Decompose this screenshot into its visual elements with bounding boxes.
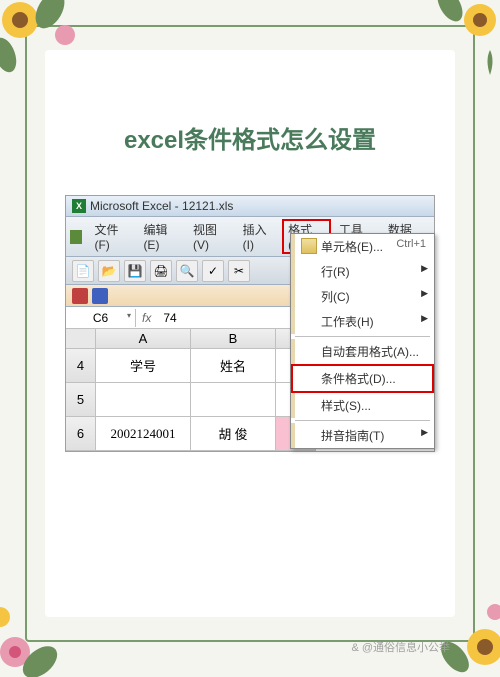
dropdown-autoformat[interactable]: 自动套用格式(A)... [291,339,434,364]
preview-button[interactable]: 🔍 [176,260,198,282]
cut-button[interactable]: ✂ [228,260,250,282]
dropdown-cells-label: 单元格(E)... [321,240,383,254]
dropdown-sheet[interactable]: 工作表(H) ▶ [291,309,434,334]
dropdown-phonetic-label: 拼音指南(T) [321,429,384,443]
dropdown-separator [295,420,430,421]
cell-a4[interactable]: 学号 [96,349,191,383]
page-title: excel条件格式怎么设置 [124,120,376,155]
open-button[interactable]: 📂 [98,260,120,282]
submenu-arrow-icon: ▶ [421,427,428,438]
dropdown-cells[interactable]: 单元格(E)... Ctrl+1 [291,234,434,259]
row-header-5[interactable]: 5 [66,383,96,417]
spell-button[interactable]: ✓ [202,260,224,282]
window-title: Microsoft Excel - 12121.xls [90,199,233,213]
dropdown-column-label: 列(C) [321,290,350,304]
dropdown-sheet-label: 工作表(H) [321,315,374,329]
pdf-icon[interactable] [72,288,88,304]
app-icon [70,230,82,244]
dropdown-row[interactable]: 行(R) ▶ [291,259,434,284]
cell-a5[interactable] [96,383,191,417]
menu-edit[interactable]: 编辑(E) [137,219,185,254]
submenu-arrow-icon: ▶ [421,313,428,324]
cell-a6[interactable]: 2002124001 [96,417,191,451]
column-header-a[interactable]: A [96,329,191,349]
new-button[interactable]: 📄 [72,260,94,282]
dropdown-separator [295,336,430,337]
row-header-4[interactable]: 4 [66,349,96,383]
menu-insert[interactable]: 插入(I) [237,219,280,254]
cell-b4[interactable]: 姓名 [191,349,276,383]
title-bar: X Microsoft Excel - 12121.xls [66,196,434,217]
select-all-corner[interactable] [66,329,96,349]
submenu-arrow-icon: ▶ [421,288,428,299]
dropdown-cells-shortcut: Ctrl+1 [396,238,426,250]
name-box[interactable]: C6 [66,309,136,327]
format-dropdown-menu: 单元格(E)... Ctrl+1 行(R) ▶ 列(C) ▶ 工作表(H) ▶ … [290,233,435,449]
dropdown-column[interactable]: 列(C) ▶ [291,284,434,309]
menu-file[interactable]: 文件(F) [88,219,135,254]
content-card: excel条件格式怎么设置 X Microsoft Excel - 12121.… [45,50,455,617]
row-header-6[interactable]: 6 [66,417,96,451]
dropdown-phonetic[interactable]: 拼音指南(T) ▶ [291,423,434,448]
submenu-arrow-icon: ▶ [421,263,428,274]
excel-screenshot: X Microsoft Excel - 12121.xls 文件(F) 编辑(E… [65,195,435,452]
dropdown-row-label: 行(R) [321,265,350,279]
dropdown-conditional-format[interactable]: 条件格式(D)... [291,364,434,393]
menu-view[interactable]: 视图(V) [187,219,235,254]
print-button[interactable]: 🖨 [150,260,172,282]
cell-b6[interactable]: 胡 俊 [191,417,276,451]
cell-b5[interactable] [191,383,276,417]
excel-logo-icon: X [72,199,86,213]
save-button[interactable]: 💾 [124,260,146,282]
column-header-b[interactable]: B [191,329,276,349]
fx-label[interactable]: fx [136,311,157,325]
pdf-icon-2[interactable] [92,288,108,304]
watermark: & @通俗信息小公举 [351,639,450,655]
dropdown-style[interactable]: 样式(S)... [291,393,434,418]
